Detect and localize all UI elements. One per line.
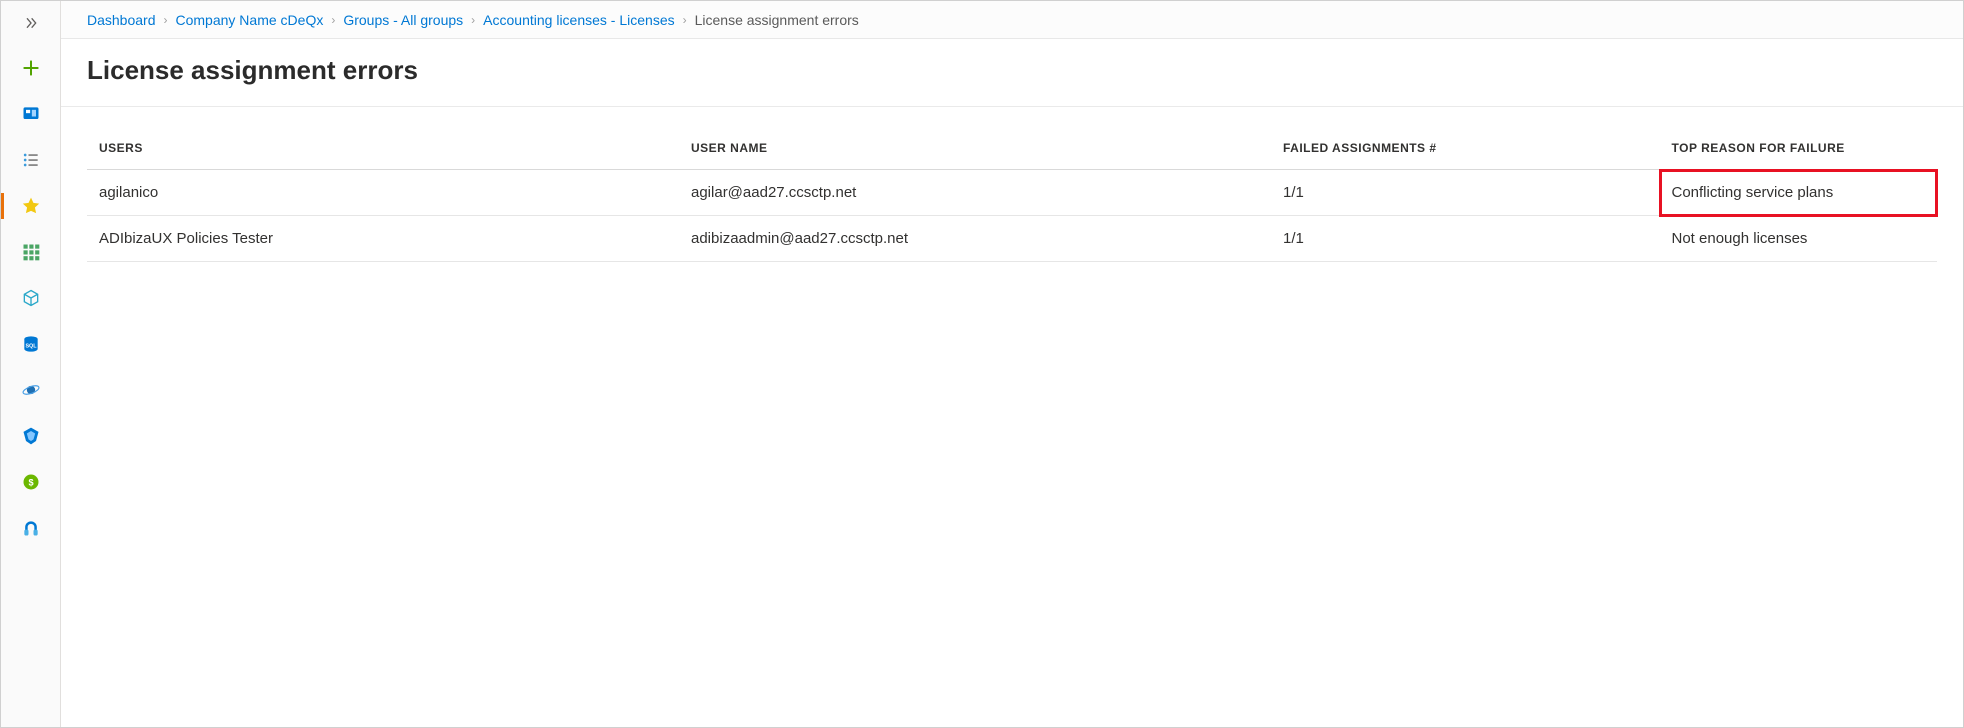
sidebar-expand-toggle[interactable] <box>1 7 60 39</box>
col-header-reason[interactable]: TOP REASON FOR FAILURE <box>1660 125 1938 170</box>
cell-reason: Not enough licenses <box>1660 216 1938 262</box>
devops-icon <box>21 426 41 446</box>
table-row[interactable]: agilanicoagilar@aad27.ccsctp.net1/1Confl… <box>87 170 1937 216</box>
sidebar-item-support[interactable] <box>1 511 60 545</box>
active-indicator <box>1 193 4 219</box>
cell-reason: Conflicting service plans <box>1660 170 1938 216</box>
star-icon <box>21 196 41 216</box>
plus-icon <box>21 58 41 78</box>
chevron-right-icon: › <box>164 13 168 27</box>
support-icon <box>21 518 41 538</box>
breadcrumb: Dashboard › Company Name cDeQx › Groups … <box>61 1 1963 39</box>
sidebar-item-cost[interactable]: $ <box>1 465 60 499</box>
breadcrumb-link-company[interactable]: Company Name cDeQx <box>176 12 324 28</box>
dashboard-icon <box>21 104 41 124</box>
page-header: License assignment errors <box>61 39 1963 107</box>
cube-icon <box>21 288 41 308</box>
cost-icon: $ <box>21 472 41 492</box>
breadcrumb-current: License assignment errors <box>695 12 859 28</box>
sidebar-item-resource-groups[interactable] <box>1 281 60 315</box>
col-header-users[interactable]: USERS <box>87 125 679 170</box>
table-row[interactable]: ADIbizaUX Policies Testeradibizaadmin@aa… <box>87 216 1937 262</box>
sidebar-item-cosmos[interactable] <box>1 373 60 407</box>
cosmos-db-icon <box>21 380 41 400</box>
chevron-right-icon: › <box>471 13 475 27</box>
sidebar-item-sql[interactable]: SQL <box>1 327 60 361</box>
breadcrumb-link-dashboard[interactable]: Dashboard <box>87 12 156 28</box>
sidebar-item-all-resources[interactable] <box>1 235 60 269</box>
sidebar-item-create[interactable] <box>1 51 60 85</box>
cell-user-name: agilar@aad27.ccsctp.net <box>679 170 1271 216</box>
chevron-right-icon: › <box>331 13 335 27</box>
double-chevron-right-icon <box>23 15 39 31</box>
cell-user: ADIbizaUX Policies Tester <box>87 216 679 262</box>
cell-user: agilanico <box>87 170 679 216</box>
page-title: License assignment errors <box>87 55 1937 86</box>
sidebar-item-devops[interactable] <box>1 419 60 453</box>
content: USERS USER NAME FAILED ASSIGNMENTS # TOP… <box>61 107 1963 280</box>
cell-user-name: adibizaadmin@aad27.ccsctp.net <box>679 216 1271 262</box>
sidebar-item-favorites[interactable] <box>1 189 60 223</box>
errors-table: USERS USER NAME FAILED ASSIGNMENTS # TOP… <box>87 125 1937 262</box>
sidebar-item-list[interactable] <box>1 143 60 177</box>
sql-database-icon: SQL <box>21 334 41 354</box>
sidebar-item-dashboard[interactable] <box>1 97 60 131</box>
col-header-user-name[interactable]: USER NAME <box>679 125 1271 170</box>
svg-text:$: $ <box>28 477 33 487</box>
breadcrumb-link-licenses[interactable]: Accounting licenses - Licenses <box>483 12 674 28</box>
col-header-failed[interactable]: FAILED ASSIGNMENTS # <box>1271 125 1660 170</box>
svg-text:SQL: SQL <box>25 343 37 349</box>
list-icon <box>21 150 41 170</box>
breadcrumb-link-groups[interactable]: Groups - All groups <box>343 12 463 28</box>
cell-failed: 1/1 <box>1271 216 1660 262</box>
grid-icon <box>21 242 41 262</box>
chevron-right-icon: › <box>683 13 687 27</box>
cell-failed: 1/1 <box>1271 170 1660 216</box>
main-panel: Dashboard › Company Name cDeQx › Groups … <box>61 1 1963 727</box>
sidebar: SQL $ <box>1 1 61 727</box>
